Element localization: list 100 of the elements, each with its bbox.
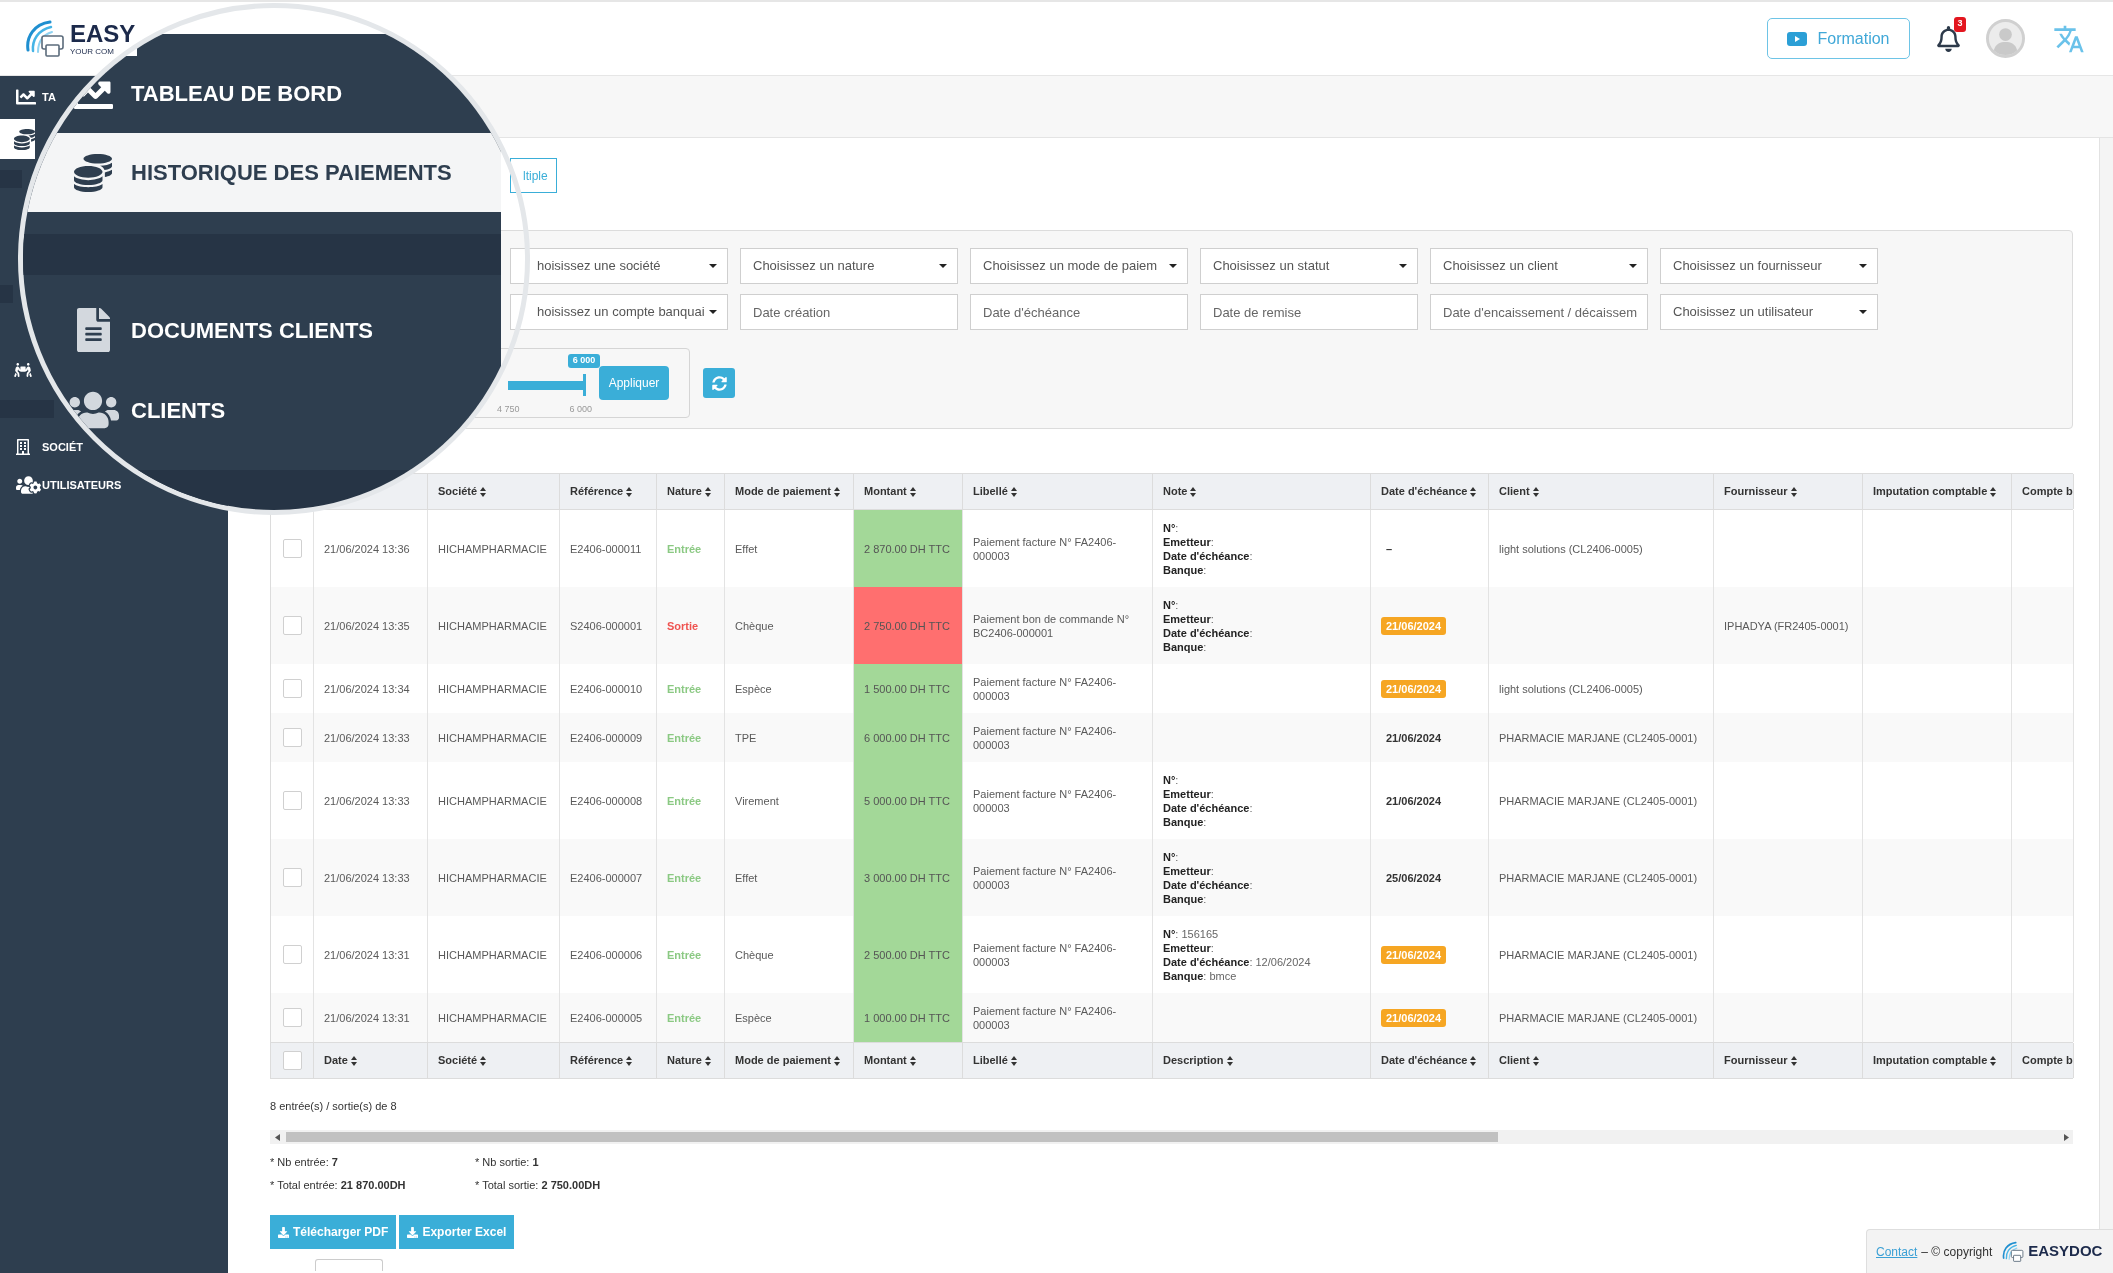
users-gear-icon [16, 475, 41, 495]
column-header[interactable]: Note [1153, 474, 1371, 509]
checkbox[interactable] [282, 868, 302, 887]
sort-icon[interactable] [1790, 1055, 1797, 1066]
sort-icon[interactable] [350, 1055, 357, 1066]
amount-cell: 6 000.00 DH TTC [854, 713, 963, 762]
sort-icon[interactable] [1190, 486, 1197, 497]
date-field[interactable]: Date d'échéance [970, 294, 1188, 330]
sort-icon[interactable] [626, 486, 633, 497]
column-header[interactable]: Libellé [963, 474, 1153, 509]
column-header[interactable]: Date [314, 1043, 428, 1078]
column-header[interactable]: Compte b [2012, 1043, 2074, 1078]
magnified-menu-item[interactable]: DOCUMENTS CLIENTS [67, 308, 373, 352]
column-header[interactable]: Date d'échéance [1371, 1043, 1489, 1078]
sort-icon[interactable] [909, 486, 916, 497]
dropdown[interactable]: Choisissez un mode de paiem [970, 248, 1188, 284]
checkbox[interactable] [282, 945, 302, 964]
column-header[interactable]: Imputation comptable [1863, 1043, 2012, 1078]
dropdown[interactable]: Choisissez un utilisateur [1660, 294, 1878, 330]
column-header[interactable]: Nature [657, 474, 725, 509]
scrollbar-thumb[interactable] [286, 1132, 1498, 1142]
logo-icon [25, 18, 65, 59]
sort-icon[interactable] [909, 1055, 916, 1066]
select-field[interactable] [315, 1259, 383, 1271]
column-header[interactable]: Client [1489, 474, 1714, 509]
coins-icon [14, 128, 35, 150]
column-header[interactable]: Nature [657, 1043, 725, 1078]
sidebar-item[interactable] [0, 119, 35, 159]
checkbox[interactable] [282, 791, 302, 810]
column-header[interactable]: Mode de paiement [725, 474, 854, 509]
column-header[interactable]: Montant [854, 474, 963, 509]
refresh-button[interactable] [703, 368, 735, 398]
checkbox[interactable] [282, 1008, 302, 1027]
checkbox[interactable] [282, 616, 302, 635]
sort-icon[interactable] [833, 1055, 840, 1066]
sort-icon[interactable] [1990, 486, 1997, 497]
column-header[interactable]: Montant [854, 1043, 963, 1078]
sort-icon[interactable] [704, 486, 711, 497]
checkbox[interactable] [282, 679, 302, 698]
note-line: Emetteur: [1163, 611, 1214, 626]
checkbox[interactable] [282, 1051, 302, 1070]
column-header[interactable]: Date d'échéance [1371, 474, 1489, 509]
sort-icon[interactable] [1532, 1055, 1539, 1066]
slider-handle[interactable] [583, 374, 586, 396]
date-field[interactable]: Date création [740, 294, 958, 330]
sort-icon[interactable] [1990, 1055, 1997, 1066]
checkbox[interactable] [282, 539, 302, 558]
caret-icon [1859, 310, 1867, 314]
date-field[interactable]: Date de remise [1200, 294, 1418, 330]
caret-icon [709, 264, 717, 268]
sort-icon[interactable] [626, 1055, 633, 1066]
magnified-menu-item[interactable]: TABLEAU DE BORD [67, 73, 343, 114]
column-header[interactable]: Fournisseur [1714, 1043, 1863, 1078]
column-header[interactable]: Mode de paiement [725, 1043, 854, 1078]
column-header[interactable]: Libellé [963, 1043, 1153, 1078]
dropdown[interactable]: Choisissez un fournisseur [1660, 248, 1878, 284]
column-header[interactable]: Référence [560, 1043, 657, 1078]
sort-icon[interactable] [1010, 486, 1017, 497]
note-line: Date d'échéance: [1163, 800, 1253, 815]
sort-icon[interactable] [833, 486, 840, 497]
column-header[interactable]: Référence [560, 474, 657, 509]
magnified-menu-item[interactable]: CLIENTS [67, 389, 226, 431]
scroll-right-icon[interactable] [2063, 1133, 2069, 1141]
column-header[interactable]: Imputation comptable [1863, 474, 2012, 509]
download-icon [407, 1226, 419, 1238]
due-date-badge: 21/06/2024 [1381, 616, 1447, 635]
sort-icon[interactable] [1226, 1055, 1233, 1066]
sort-icon[interactable] [480, 1055, 487, 1066]
scroll-left-icon[interactable] [274, 1133, 280, 1141]
dropdown[interactable]: Choisissez un statut [1200, 248, 1418, 284]
note-line: N°: 156165 [1163, 926, 1219, 941]
dropdown[interactable]: hoisissez une société [510, 248, 728, 284]
column-header[interactable]: Compte b [2012, 474, 2074, 509]
amount-cell: 5 000.00 DH TTC [854, 762, 963, 839]
sidebar-item[interactable]: UTILISATEURS [0, 475, 122, 495]
note-line: Date d'échéance: [1163, 877, 1253, 892]
sort-icon[interactable] [1470, 486, 1477, 497]
sort-icon[interactable] [1010, 1055, 1017, 1066]
slider[interactable] [508, 374, 586, 396]
column-header[interactable]: Société [428, 1043, 560, 1078]
dropdown[interactable]: Choisissez un nature [740, 248, 958, 284]
checkbox[interactable] [282, 728, 302, 747]
horizontal-scrollbar[interactable] [270, 1130, 2073, 1144]
note-line: Banque: [1163, 562, 1207, 577]
date-field[interactable]: Date d'encaissement / décaissem [1430, 294, 1648, 330]
sort-icon[interactable] [1532, 486, 1539, 497]
sort-icon[interactable] [1790, 486, 1797, 497]
column-header[interactable]: Description [1153, 1043, 1371, 1078]
sort-icon[interactable] [480, 486, 487, 497]
sidebar-item[interactable]: SOCIÉT [0, 439, 83, 455]
caret-icon [939, 264, 947, 268]
column-header[interactable]: Fournisseur [1714, 474, 1863, 509]
sort-icon[interactable] [1470, 1055, 1477, 1066]
sort-icon[interactable] [704, 1055, 711, 1066]
sidebar-item[interactable]: TA [0, 87, 56, 107]
dropdown[interactable]: hoisissez un compte banquai [510, 294, 728, 330]
bell-icon[interactable] [1937, 25, 1960, 52]
dropdown[interactable]: Choisissez un client [1430, 248, 1648, 284]
column-header[interactable]: Société [428, 474, 560, 509]
column-header[interactable]: Client [1489, 1043, 1714, 1078]
